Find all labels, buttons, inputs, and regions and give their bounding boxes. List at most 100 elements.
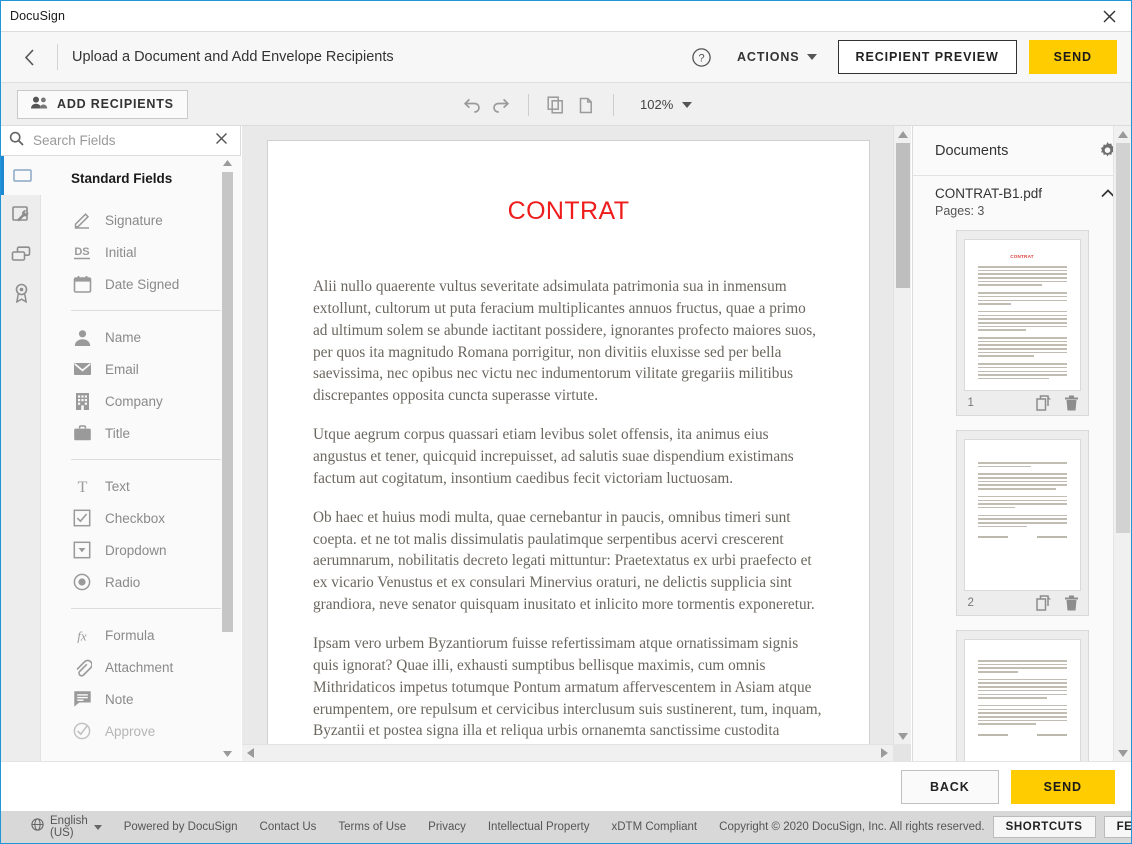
page-number: 1 [968,397,974,409]
back-button[interactable]: BACK [901,770,999,804]
fields-panel: Standard Fields Signature DS Initial [1,126,241,761]
page-thumbnail-preview[interactable]: CONTRAT [964,239,1081,391]
add-recipients-button[interactable]: ADD RECIPIENTS [17,90,188,119]
scroll-down-arrow-icon[interactable] [894,728,911,744]
svg-text:?: ? [699,52,705,64]
field-item-note[interactable]: Note [56,683,241,715]
scroll-down-arrow-icon[interactable] [1114,745,1132,761]
scroll-up-arrow-icon[interactable] [1114,126,1132,142]
shortcuts-button[interactable]: SHORTCUTS [993,816,1096,838]
rail-item-seal-fields[interactable] [1,273,41,312]
field-item-email[interactable]: Email [56,353,241,385]
language-selector[interactable]: English (US) [31,815,102,839]
checkbox-icon [71,507,93,529]
field-item-radio[interactable]: Radio [56,566,241,598]
docusign-app-window: DocuSign Upload a Document and Add Envel… [0,0,1132,844]
thumbnail-text-lines [965,640,1080,725]
page-footer: English (US) Powered by DocuSign Contact… [1,811,1131,843]
rail-item-merge-fields[interactable] [1,234,41,273]
chevron-left-icon[interactable] [1,32,57,82]
field-item-approve[interactable]: Approve [56,715,241,747]
chevron-down-icon [94,825,102,830]
scroll-down-arrow-icon[interactable] [221,747,234,761]
page-title: Upload a Document and Add Envelope Recip… [58,49,685,65]
scroll-right-arrow-icon[interactable] [876,745,893,761]
close-icon[interactable] [1087,1,1131,31]
scrollbar-thumb[interactable] [222,172,233,632]
formula-fx-icon: fx [71,624,93,646]
bottom-action-bar: BACK SEND [1,761,1131,811]
scroll-up-arrow-icon[interactable] [894,126,911,142]
feedback-button[interactable]: FEEDBACK [1104,816,1132,838]
fields-divider-3 [71,608,229,609]
viewer-vertical-scrollbar[interactable] [893,126,911,744]
field-label: Date Signed [105,277,179,292]
toolbar-center-controls: 102% [456,83,692,126]
fields-panel-scrollbar[interactable] [221,156,234,761]
footer-link-contact-us[interactable]: Contact Us [260,821,317,833]
thumbnail-text-lines [965,259,1080,379]
page-thumbnail-preview[interactable] [964,439,1081,591]
scroll-left-arrow-icon[interactable] [242,745,259,761]
field-item-name[interactable]: Name [56,321,241,353]
scrollbar-thumb[interactable] [260,747,870,760]
zoom-level-selector[interactable]: 102% [640,97,692,112]
duplicate-icon[interactable] [1036,395,1052,411]
field-item-checkbox[interactable]: Checkbox [56,502,241,534]
search-icon [9,131,24,151]
trash-icon[interactable] [1064,395,1079,411]
duplicate-icon[interactable] [1036,595,1052,611]
send-button-header[interactable]: SEND [1029,40,1117,74]
viewer-horizontal-scrollbar[interactable] [242,744,911,761]
footer-link-intellectual-property[interactable]: Intellectual Property [488,821,590,833]
search-input[interactable] [33,133,211,148]
rail-item-custom-fields[interactable] [1,195,41,234]
copy-icon[interactable] [541,90,571,120]
dropdown-icon [71,539,93,561]
documents-panel-scrollbar[interactable] [1113,126,1131,761]
help-circle-icon[interactable]: ? [685,40,719,74]
footer-link-xdtm-compliant[interactable]: xDTM Compliant [612,821,698,833]
undo-icon[interactable] [456,90,486,120]
search-fields-bar [1,126,240,156]
field-label: Note [105,692,134,707]
svg-text:DS: DS [74,246,89,258]
send-button-footer[interactable]: SEND [1011,770,1115,804]
language-label: English (US) [50,815,88,839]
paperclip-icon [71,656,93,678]
field-label: Dropdown [105,543,167,558]
documents-panel-title: Documents [935,143,1008,159]
recipient-preview-button[interactable]: RECIPIENT PREVIEW [838,40,1017,74]
close-icon[interactable] [211,132,232,150]
field-item-attachment[interactable]: Attachment [56,651,241,683]
chevron-down-icon [682,102,692,108]
field-item-company[interactable]: Company [56,385,241,417]
document-page[interactable]: CONTRAT Alii nullo quaerente vultus seve… [267,140,870,750]
envelope-icon [71,358,93,380]
field-item-date-signed[interactable]: Date Signed [56,268,241,300]
footer-link-terms-of-use[interactable]: Terms of Use [338,821,406,833]
field-item-title[interactable]: Title [56,417,241,449]
text-t-icon: T [71,475,93,497]
footer-link-powered-by[interactable]: Powered by DocuSign [124,821,238,833]
paste-icon[interactable] [571,90,601,120]
field-label: Title [105,426,130,441]
redo-icon[interactable] [486,90,516,120]
field-item-initial[interactable]: DS Initial [56,236,241,268]
scrollbar-thumb[interactable] [1116,143,1130,533]
footer-link-privacy[interactable]: Privacy [428,821,466,833]
field-item-text[interactable]: T Text [56,470,241,502]
document-viewer: CONTRAT Alii nullo quaerente vultus seve… [242,126,911,761]
page-number: 2 [968,597,974,609]
field-item-signature[interactable]: Signature [56,204,241,236]
globe-icon [31,818,44,836]
actions-menu-button[interactable]: ACTIONS [727,42,827,72]
field-item-dropdown[interactable]: Dropdown [56,534,241,566]
scroll-up-arrow-icon[interactable] [221,156,234,170]
rail-item-standard-fields[interactable] [1,156,41,195]
trash-icon[interactable] [1064,595,1079,611]
scrollbar-thumb[interactable] [896,143,910,288]
toolbar-divider-2 [613,94,614,116]
field-item-formula[interactable]: fx Formula [56,619,241,651]
thumbnail-signature-lines [965,734,1080,736]
